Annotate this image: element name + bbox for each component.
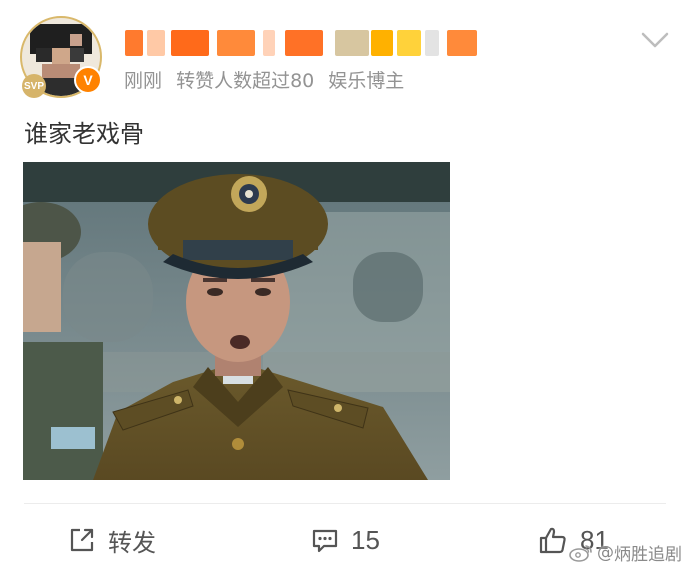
repost-button[interactable]: 转发 (68, 520, 156, 560)
post-stat: 转赞人数超过80 (176, 70, 315, 92)
author-avatar[interactable]: SVP V (20, 16, 104, 100)
post-image[interactable] (23, 162, 450, 480)
chevron-down-icon (641, 32, 669, 48)
level-badge: SVP (22, 74, 46, 98)
watermark-text: 炳胜追剧 (614, 545, 682, 565)
share-arrow-icon (70, 528, 94, 552)
username-blurred[interactable] (125, 30, 485, 60)
post-meta: 刚刚 转赞人数超过80 娱乐博主 (124, 66, 412, 93)
weibo-watermark: @ 炳胜追剧 (569, 540, 682, 565)
weibo-logo-icon (569, 544, 592, 562)
thumbs-up-icon (539, 527, 566, 554)
verified-badge: V (74, 66, 102, 94)
comment-count: 15 (351, 524, 380, 555)
comment-bubble-icon (312, 529, 338, 553)
repost-label: 转发 (108, 528, 156, 557)
comment-button[interactable]: 15 (311, 520, 380, 560)
weibo-post-card: SVP V 刚刚 转赞人数超过80 娱乐博主 谁家老戏骨 转发 15 81 @ … (0, 0, 690, 570)
author-role: 娱乐博主 (328, 70, 405, 92)
more-options-chevron[interactable] (640, 28, 670, 52)
post-time: 刚刚 (124, 70, 163, 92)
post-text: 谁家老戏骨 (24, 120, 144, 148)
officer-photo-illustration (23, 162, 450, 480)
action-divider (24, 503, 666, 504)
